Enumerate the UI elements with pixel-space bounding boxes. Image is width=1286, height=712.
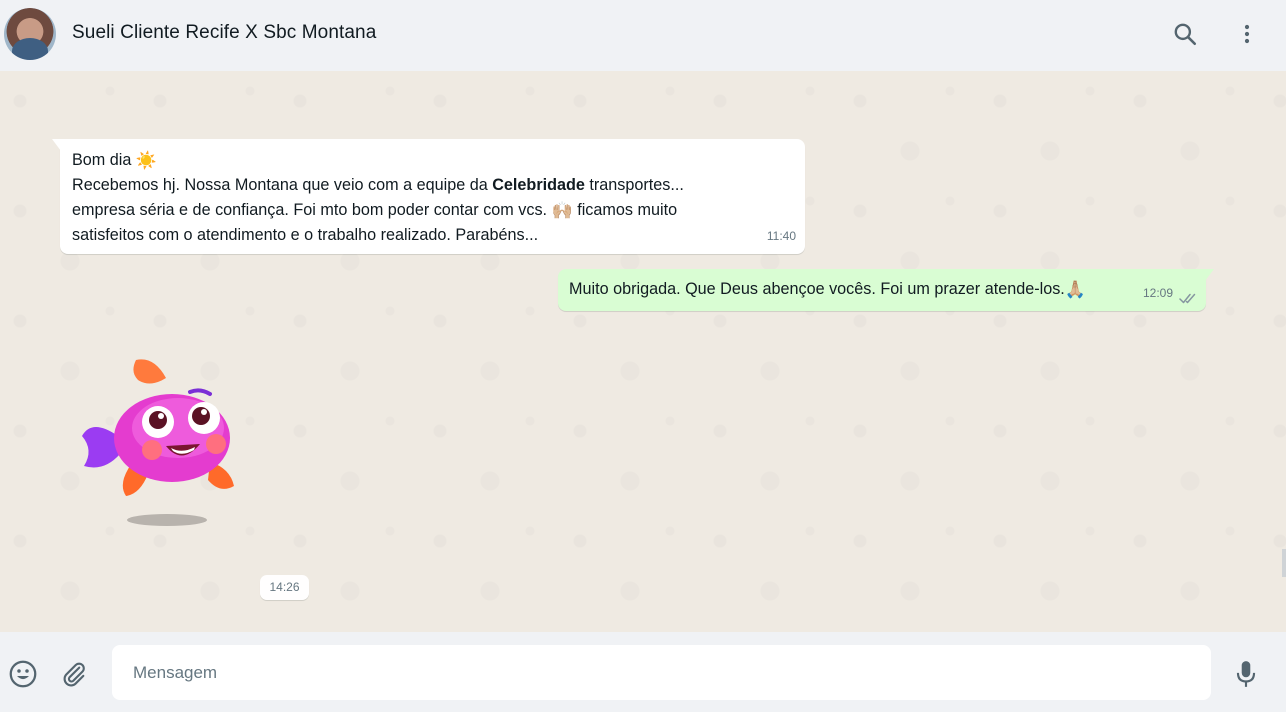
message-text: ficamos muito xyxy=(572,201,678,219)
mic-icon xyxy=(1236,661,1256,687)
read-ticks-icon xyxy=(1179,293,1196,304)
message-line: empresa séria e de confiança. Foi mto bo… xyxy=(72,198,793,223)
outgoing-message[interactable]: Muito obrigada. Que Deus abençoe vocês. … xyxy=(558,269,1214,311)
menu-button[interactable] xyxy=(1232,19,1262,49)
purple-fish-sticker xyxy=(82,359,234,526)
incoming-message[interactable]: Bom dia ☀️ Recebemos hj. Nossa Montana q… xyxy=(52,139,805,254)
chat-header: Sueli Cliente Recife X Sbc Montana xyxy=(0,0,1286,71)
sticker-message[interactable] xyxy=(78,358,243,528)
message-text: empresa séria e de confiança. Foi mto bo… xyxy=(72,201,552,219)
message-text: Bom dia xyxy=(72,151,132,169)
raised-hands-emoji-icon: 🙌🏼 xyxy=(551,201,573,220)
scrollbar[interactable] xyxy=(1282,549,1286,577)
message-time: 14:26 xyxy=(260,575,309,600)
message-line: satisfeitos com o atendimento e o trabal… xyxy=(72,226,539,244)
contact-avatar[interactable] xyxy=(4,8,56,60)
message-text: Recebemos hj. Nossa Montana que veio com… xyxy=(72,176,493,194)
search-button[interactable] xyxy=(1170,19,1200,49)
chat-title[interactable]: Sueli Cliente Recife X Sbc Montana xyxy=(72,22,376,44)
message-time: 11:40 xyxy=(766,229,796,243)
sun-emoji-icon: ☀️ xyxy=(135,151,158,170)
emoji-button[interactable] xyxy=(6,657,40,691)
voice-message-button[interactable] xyxy=(1229,657,1263,691)
message-text: Muito obrigada. Que Deus abençoe vocês. … xyxy=(569,280,1065,298)
emoji-icon xyxy=(9,660,37,688)
chat-area[interactable]: Bom dia ☀️ Recebemos hj. Nossa Montana q… xyxy=(0,71,1286,632)
message-line: Recebemos hj. Nossa Montana que veio com… xyxy=(72,173,793,198)
praying-hands-emoji-icon: 🙏🏼 xyxy=(1064,280,1086,299)
message-input[interactable] xyxy=(112,645,1211,700)
message-bold-text: Celebridade xyxy=(492,176,585,194)
message-composer xyxy=(0,632,1286,712)
message-text: transportes... xyxy=(584,176,684,194)
message-greeting-line: Bom dia ☀️ xyxy=(72,148,793,173)
message-time: 12:09 xyxy=(1142,286,1173,300)
attach-icon xyxy=(63,662,85,687)
search-icon xyxy=(1174,23,1197,46)
menu-icon xyxy=(1244,24,1250,44)
attach-button[interactable] xyxy=(57,657,91,691)
